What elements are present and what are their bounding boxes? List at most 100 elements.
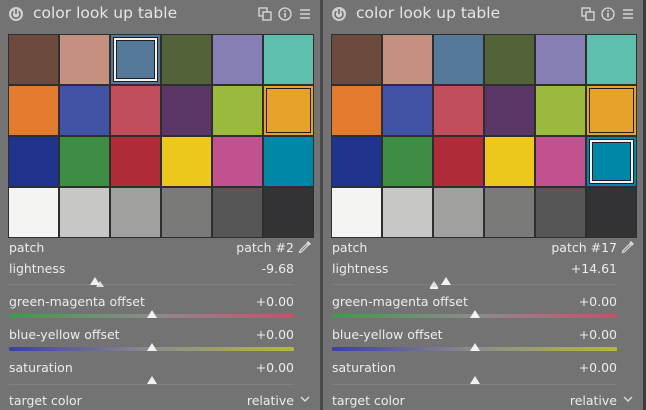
module-panel-left: color look up table patch patch #2 light… [0, 0, 320, 410]
green-magenta-marker[interactable] [146, 310, 157, 318]
color-patch[interactable] [59, 85, 110, 136]
target-color-label: target color [332, 393, 405, 408]
color-patch[interactable] [433, 34, 484, 85]
color-patch[interactable] [59, 187, 110, 238]
target-color-label: target color [9, 393, 82, 408]
color-patch[interactable] [263, 85, 314, 136]
green-magenta-value: +0.00 [578, 294, 617, 309]
saturation-slider[interactable] [9, 384, 294, 385]
lightness-marker[interactable] [441, 277, 451, 285]
target-color-dropdown[interactable]: relative [247, 393, 294, 408]
saturation-slider[interactable] [332, 384, 617, 385]
info-icon[interactable] [278, 7, 292, 21]
lightness-value: -9.68 [261, 261, 294, 276]
color-patch[interactable] [433, 85, 484, 136]
color-patch[interactable] [161, 187, 212, 238]
green-magenta-marker[interactable] [469, 310, 480, 318]
color-patch[interactable] [161, 85, 212, 136]
color-patch[interactable] [484, 136, 535, 187]
color-patch-grid[interactable] [8, 34, 314, 238]
color-patch[interactable] [433, 136, 484, 187]
color-patch[interactable] [382, 85, 433, 136]
color-patch[interactable] [484, 187, 535, 238]
color-patch[interactable] [8, 136, 59, 187]
color-picker-icon[interactable] [620, 239, 636, 255]
color-patch[interactable] [8, 34, 59, 85]
patch-label: patch [9, 240, 45, 255]
color-patch[interactable] [161, 136, 212, 187]
green-magenta-label: green-magenta offset [9, 294, 145, 309]
color-patch[interactable] [484, 34, 535, 85]
saturation-label: saturation [9, 360, 73, 375]
lightness-offset-bar [430, 287, 438, 289]
blue-yellow-label: blue-yellow offset [9, 327, 120, 342]
module-title: color look up table [356, 4, 501, 22]
color-patch[interactable] [586, 85, 637, 136]
color-patch[interactable] [161, 34, 212, 85]
color-patch[interactable] [535, 85, 586, 136]
color-patch[interactable] [212, 34, 263, 85]
module-panel-right: color look up table patch patch #17 ligh… [323, 0, 643, 410]
info-icon[interactable] [601, 7, 615, 21]
blue-yellow-marker[interactable] [146, 343, 157, 351]
color-patch-grid[interactable] [331, 34, 637, 238]
chevron-down-icon[interactable] [623, 395, 633, 403]
power-icon[interactable] [331, 6, 347, 22]
menu-icon[interactable] [621, 7, 635, 21]
presets-icon[interactable] [258, 7, 272, 21]
color-patch[interactable] [586, 34, 637, 85]
color-patch[interactable] [212, 136, 263, 187]
color-patch[interactable] [535, 136, 586, 187]
color-patch[interactable] [484, 85, 535, 136]
color-patch[interactable] [382, 136, 433, 187]
blue-yellow-value: +0.00 [255, 327, 294, 342]
patch-label: patch [332, 240, 368, 255]
blue-yellow-marker[interactable] [469, 343, 480, 351]
color-patch[interactable] [263, 187, 314, 238]
lightness-value: +14.61 [570, 261, 617, 276]
chevron-down-icon[interactable] [300, 395, 310, 403]
color-patch[interactable] [212, 85, 263, 136]
color-patch[interactable] [8, 187, 59, 238]
color-patch[interactable] [382, 34, 433, 85]
color-patch[interactable] [110, 34, 161, 85]
color-patch[interactable] [586, 187, 637, 238]
color-patch[interactable] [331, 85, 382, 136]
module-title: color look up table [33, 4, 178, 22]
lightness-label: lightness [332, 261, 389, 276]
color-patch[interactable] [263, 34, 314, 85]
blue-yellow-label: blue-yellow offset [332, 327, 443, 342]
color-patch[interactable] [382, 187, 433, 238]
color-patch[interactable] [331, 136, 382, 187]
target-color-dropdown[interactable]: relative [570, 393, 617, 408]
color-picker-icon[interactable] [297, 239, 313, 255]
color-patch[interactable] [110, 136, 161, 187]
lightness-slider[interactable] [9, 284, 294, 285]
color-patch[interactable] [586, 136, 637, 187]
color-patch[interactable] [59, 136, 110, 187]
presets-icon[interactable] [581, 7, 595, 21]
color-patch[interactable] [110, 85, 161, 136]
color-patch[interactable] [110, 187, 161, 238]
color-patch[interactable] [212, 187, 263, 238]
color-patch[interactable] [8, 85, 59, 136]
green-magenta-label: green-magenta offset [332, 294, 468, 309]
module-header[interactable]: color look up table [0, 0, 320, 28]
color-patch[interactable] [433, 187, 484, 238]
color-patch[interactable] [331, 187, 382, 238]
lightness-slider[interactable] [332, 284, 617, 285]
lightness-default-marker [95, 281, 104, 287]
power-icon[interactable] [8, 6, 24, 22]
module-header[interactable]: color look up table [323, 0, 643, 28]
saturation-marker[interactable] [146, 376, 157, 384]
color-patch[interactable] [59, 34, 110, 85]
menu-icon[interactable] [298, 7, 312, 21]
patch-value: patch #2 [236, 240, 294, 255]
color-patch[interactable] [535, 187, 586, 238]
patch-value: patch #17 [551, 240, 617, 255]
color-patch[interactable] [535, 34, 586, 85]
color-patch[interactable] [331, 34, 382, 85]
lightness-label: lightness [9, 261, 66, 276]
color-patch[interactable] [263, 136, 314, 187]
saturation-marker[interactable] [469, 376, 480, 384]
